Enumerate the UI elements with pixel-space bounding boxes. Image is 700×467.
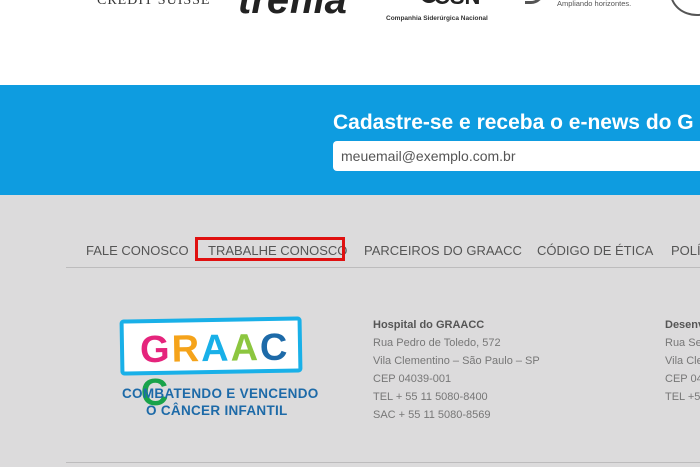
address-neighborhood: Vila Cle [665,355,700,367]
ampliando-horizontes-tagline: Ampliando horizontes. [557,0,632,8]
graacc-letter: A [230,327,261,370]
footer-nav-parceiros[interactable]: PARCEIROS DO GRAACC [364,243,522,258]
graacc-logo-frame: GRAACC [119,316,303,414]
footer: FALE CONOSCO TRABALHE CONOSCO PARCEIROS … [0,195,700,467]
graacc-letter: R [171,328,202,371]
trefila-logo[interactable]: trefila [238,0,347,23]
csn-logo-mark: CSN [419,0,480,10]
footer-nav: FALE CONOSCO TRABALHE CONOSCO PARCEIROS … [66,233,700,268]
footer-nav-codigo-de-etica[interactable]: CÓDIGO DE ÉTICA [537,243,653,258]
graacc-wordmark: GRAACC [140,326,299,415]
graacc-letter: G [139,328,172,372]
address-phone[interactable]: TEL + 55 11 5080-8400 [373,388,540,406]
graacc-letter: A [200,327,231,371]
second-address: Desenv Rua Se Vila Cle CEP 04 TEL +5 [665,316,700,406]
address-street: Rua Pedro de Toledo, 572 [373,337,501,349]
hospital-address: Hospital do GRAACC Rua Pedro de Toledo, … [373,316,540,424]
footer-nav-fale-conosco[interactable]: FALE CONOSCO [86,243,189,258]
address-street: Rua Se [665,337,700,349]
address-neighborhood: Vila Clementino – São Paulo – SP [373,355,540,367]
address-phone[interactable]: TEL +5 [665,388,700,406]
graacc-logo[interactable]: GRAACC COMBATENDO E VENCENDO O CÂNCER IN… [118,316,318,418]
trabalhe-conosco-highlight [195,237,345,261]
ampliando-horizontes-logo[interactable]: Ampliando horizontes. [525,0,645,17]
csn-logo[interactable]: CSN Companhia Siderúrgica Nacional [382,0,494,28]
address-title: Hospital do GRAACC [373,319,485,331]
footer-divider [66,462,700,463]
csn-logo-tagline: Companhia Siderúrgica Nacional [386,15,488,22]
footer-nav-politica[interactable]: POLÍ [671,243,700,258]
address-cep: CEP 04 [665,373,700,385]
graacc-slogan-line2: O CÂNCER INFANTIL [146,403,288,418]
swoosh-icon [525,0,544,4]
newsletter-email-input[interactable] [333,141,700,171]
address-cep: CEP 04039-001 [373,373,452,385]
address-sac[interactable]: SAC + 55 11 5080-8569 [373,406,540,424]
graacc-slogan-line1: COMBATENDO E VENCENDO [122,386,319,401]
newsletter-section: Cadastre-se e receba o e-news do G [0,85,700,195]
graacc-letter: C [259,326,290,370]
partner-circle-logo[interactable] [670,0,700,16]
partner-logos-strip: CREDIT SUISSE trefila CSN Companhia Side… [0,0,700,85]
newsletter-title: Cadastre-se e receba o e-news do G [333,111,694,134]
address-title: Desenv [665,319,700,331]
credit-suisse-logo[interactable]: CREDIT SUISSE [97,0,210,9]
